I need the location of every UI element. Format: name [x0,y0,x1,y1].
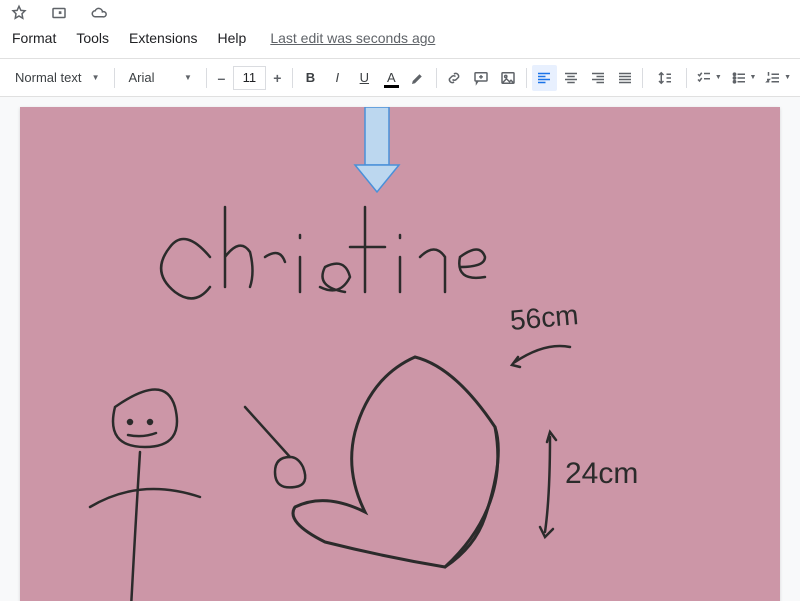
font-family-select[interactable]: Arial ▼ [119,65,200,91]
numbered-list-button[interactable]: ▼ [761,65,794,91]
measure-24cm [540,432,556,537]
bold-button[interactable]: B [298,65,323,91]
separator [114,68,115,88]
stick-figure [90,390,200,601]
underline-button[interactable]: U [352,65,377,91]
italic-button[interactable]: I [325,65,350,91]
separator [686,68,687,88]
paragraph-style-select[interactable]: Normal text ▼ [6,65,109,91]
align-center-button[interactable] [559,65,584,91]
page-drawing [20,107,780,601]
chevron-down-icon: ▼ [184,73,192,82]
checklist-button[interactable]: ▼ [692,65,725,91]
toolbar: Normal text ▼ Arial ▼ – 11 + B I U A [0,59,800,97]
measure-56cm [512,346,570,367]
chevron-down-icon: ▼ [715,74,722,81]
chevron-down-icon: ▼ [92,73,100,82]
insert-image-button[interactable] [496,65,521,91]
text-color-button[interactable]: A [379,65,404,91]
document-canvas[interactable]: 56cm 24cm [0,97,800,601]
last-edit-link[interactable]: Last edit was seconds ago [270,30,435,46]
handwriting-title [161,207,485,298]
separator [642,68,643,88]
menu-help[interactable]: Help [210,26,255,50]
label-56cm: 56cm [509,299,580,337]
chevron-down-icon: ▼ [750,74,757,81]
move-icon[interactable] [46,0,72,26]
chevron-down-icon: ▼ [784,74,791,81]
menubar: Format Tools Extensions Help Last edit w… [0,24,800,59]
highlight-color-button[interactable] [406,65,431,91]
add-comment-button[interactable] [469,65,494,91]
separator [206,68,207,88]
kite-shape [293,357,498,567]
menu-tools[interactable]: Tools [68,26,117,50]
separator [292,68,293,88]
font-size-input[interactable]: 11 [233,66,266,90]
label-24cm: 24cm [565,457,638,491]
menu-format[interactable]: Format [4,26,64,50]
align-justify-button[interactable] [612,65,637,91]
menu-extensions[interactable]: Extensions [121,26,205,50]
separator [526,68,527,88]
font-size-increase-button[interactable]: + [268,65,287,91]
insert-link-button[interactable] [442,65,467,91]
align-left-button[interactable] [532,65,557,91]
pointer-shape [245,407,305,487]
star-icon[interactable] [6,0,32,26]
separator [436,68,437,88]
font-size-decrease-button[interactable]: – [212,65,231,91]
cloud-icon[interactable] [86,0,112,26]
document-page[interactable]: 56cm 24cm [20,107,780,601]
align-right-button[interactable] [586,65,611,91]
bulleted-list-button[interactable]: ▼ [727,65,760,91]
line-spacing-button[interactable] [648,65,681,91]
arrow-shape [355,107,399,192]
paragraph-style-label: Normal text [15,70,81,85]
font-family-label: Arial [128,70,154,85]
